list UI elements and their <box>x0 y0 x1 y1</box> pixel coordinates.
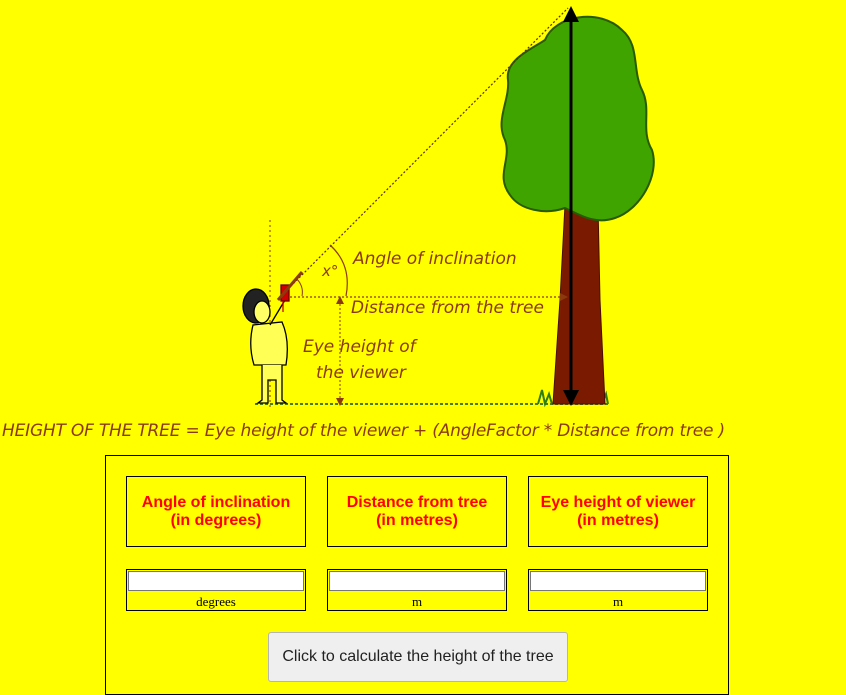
angle-header-line2: (in degrees) <box>170 511 262 529</box>
angle-header-line1: Angle of inclination <box>141 493 291 511</box>
tree-trunk <box>552 204 606 405</box>
angle-label: Angle of inclination <box>352 249 517 269</box>
distance-header-line2: (in metres) <box>376 511 458 529</box>
eye-height-header: Eye height of viewer (in metres) <box>528 476 708 547</box>
tree-foliage <box>500 15 655 222</box>
eye-height-input-box: m <box>528 569 708 611</box>
angle-header: Angle of inclination (in degrees) <box>126 476 306 547</box>
angle-symbol: x° <box>321 262 338 280</box>
distance-label: Distance from the tree <box>351 298 544 318</box>
distance-input-box: m <box>327 569 507 611</box>
eye-header-line1: Eye height of viewer <box>540 493 696 511</box>
angle-unit: degrees <box>196 594 236 609</box>
arrow-up-icon <box>563 6 579 22</box>
eye-header-line2: (in metres) <box>577 511 659 529</box>
angle-input-box: degrees <box>126 569 306 611</box>
eye-height-label-line2: the viewer <box>316 363 407 383</box>
calculate-height-button[interactable]: Click to calculate the height of the tre… <box>268 632 568 682</box>
eye-height-unit: m <box>612 594 624 609</box>
viewer-figure <box>242 284 290 404</box>
distance-input[interactable] <box>329 571 505 591</box>
distance-header: Distance from tree (in metres) <box>327 476 507 547</box>
eye-height-label-line1: Eye height of <box>303 337 419 357</box>
calculator-panel: Angle of inclination (in degrees) Distan… <box>105 455 729 695</box>
height-formula: HEIGHT OF THE TREE = Eye height of the v… <box>2 421 725 441</box>
angle-input[interactable] <box>128 571 304 591</box>
tree-height-diagram: x° Angle of inclination Distance from th… <box>242 6 655 410</box>
eye-height-input[interactable] <box>530 571 706 591</box>
distance-header-line1: Distance from tree <box>346 493 488 511</box>
distance-unit: m <box>411 594 423 609</box>
